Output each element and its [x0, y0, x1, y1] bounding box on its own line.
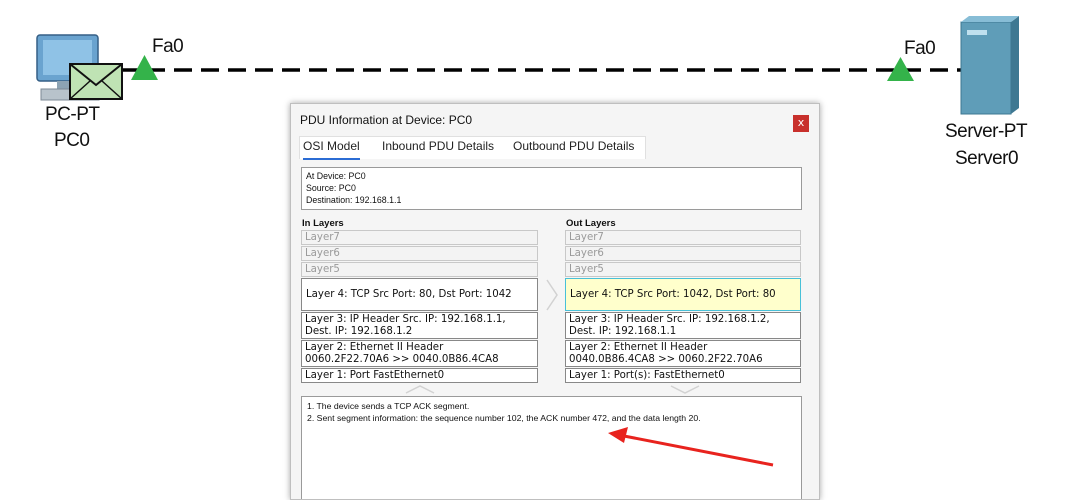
- annotation-arrow-icon: [608, 427, 774, 467]
